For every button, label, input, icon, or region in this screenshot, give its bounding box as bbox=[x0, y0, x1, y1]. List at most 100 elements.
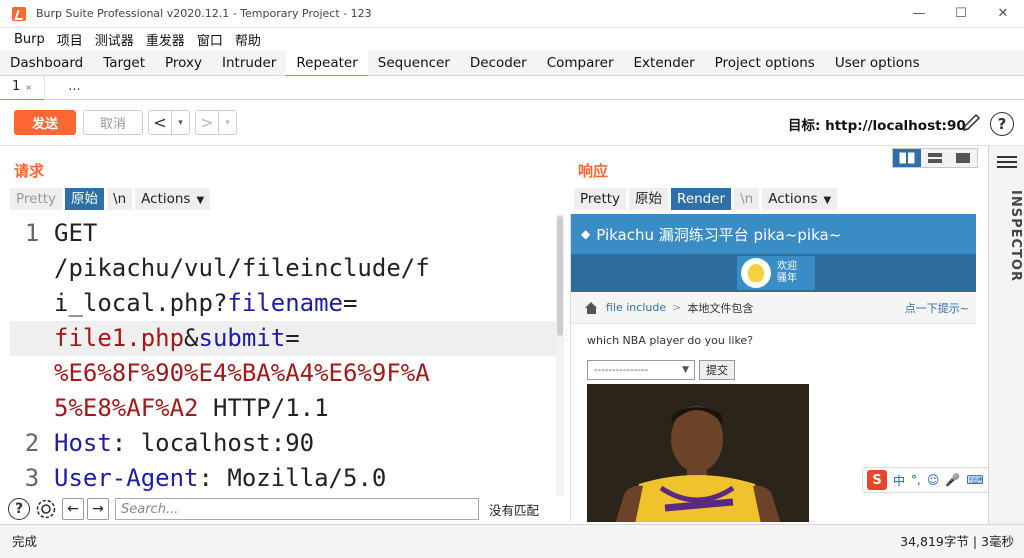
new-tab-button[interactable]: ... bbox=[44, 76, 104, 100]
breadcrumb: file include > 本地文件包含 点一下提示~ bbox=[571, 292, 976, 324]
help-icon[interactable]: ? bbox=[990, 112, 1014, 136]
welcome-line-2: 骚年 bbox=[777, 273, 797, 284]
inspector-panel[interactable]: INSPECTOR bbox=[988, 146, 1024, 524]
sogou-logo-icon[interactable]: S bbox=[867, 470, 887, 490]
header-value: : Mozilla/5.0 bbox=[198, 464, 387, 492]
minimize-button[interactable]: — bbox=[898, 0, 940, 28]
tab-repeater[interactable]: Repeater bbox=[286, 50, 369, 77]
response-tab-raw[interactable]: 原始 bbox=[629, 188, 669, 210]
menu-burp[interactable]: Burp bbox=[8, 32, 51, 47]
ime-keyboard-icon[interactable]: ⌨ bbox=[966, 473, 983, 487]
pencil-icon[interactable] bbox=[960, 113, 984, 133]
player-select[interactable]: --------------- ▼ bbox=[587, 360, 695, 380]
request-tab-raw[interactable]: 原始 bbox=[65, 188, 105, 210]
help-icon[interactable]: ? bbox=[8, 498, 30, 520]
welcome-line-1: 欢迎 bbox=[777, 261, 797, 272]
header-name: Host bbox=[54, 429, 112, 457]
question-text: which NBA player do you like? bbox=[587, 334, 754, 347]
ime-chinese-mode[interactable]: 中 bbox=[893, 472, 905, 489]
scrollbar-thumb[interactable] bbox=[557, 216, 563, 336]
menu-bar: Burp 项目 测试器 重发器 窗口 帮助 bbox=[0, 28, 1024, 50]
repeater-tab-1[interactable]: 1 × bbox=[0, 76, 44, 101]
tab-project-options[interactable]: Project options bbox=[705, 50, 825, 76]
ime-punctuation-icon[interactable]: °, bbox=[911, 473, 921, 487]
tab-extender[interactable]: Extender bbox=[624, 50, 705, 76]
inspector-menu-icon[interactable] bbox=[997, 156, 1017, 170]
header-name: User-Agent bbox=[54, 464, 199, 492]
back-arrow-icon[interactable]: < bbox=[149, 111, 171, 134]
header-value: : localhost:90 bbox=[111, 429, 315, 457]
menu-window[interactable]: 窗口 bbox=[191, 30, 229, 49]
burp-logo-icon bbox=[12, 6, 26, 21]
previous-match-button[interactable]: ← bbox=[62, 498, 84, 520]
target-label[interactable]: 目标: http://localhost:90 bbox=[788, 114, 966, 134]
pane-splitter[interactable]: · · · bbox=[565, 327, 569, 345]
menu-help[interactable]: 帮助 bbox=[229, 30, 267, 49]
close-window-button[interactable]: ✕ bbox=[982, 0, 1024, 28]
tab-user-options[interactable]: User options bbox=[825, 50, 930, 76]
request-tab-pretty[interactable]: Pretty bbox=[10, 188, 63, 210]
response-actions-menu[interactable]: Actions ▼ bbox=[762, 188, 838, 210]
player-photo bbox=[587, 384, 809, 522]
request-actions-menu[interactable]: Actions ▼ bbox=[135, 188, 211, 210]
editor-line: 3 User-Agent: Mozilla/5.0 bbox=[10, 461, 558, 496]
inspector-label[interactable]: INSPECTOR bbox=[991, 190, 1023, 282]
title-bar: Burp Suite Professional v2020.12.1 - Tem… bbox=[0, 0, 1024, 28]
forward-history-dropdown-icon[interactable]: ▾ bbox=[218, 111, 236, 134]
hint-link[interactable]: 点一下提示~ bbox=[905, 300, 969, 316]
layout-stacked-icon[interactable] bbox=[921, 149, 949, 167]
ime-microphone-icon[interactable]: 🎤 bbox=[945, 473, 960, 487]
request-method: GET bbox=[54, 219, 98, 247]
forward-arrow-icon[interactable]: > bbox=[196, 111, 218, 134]
chevron-down-icon: ▼ bbox=[196, 195, 205, 206]
request-scrollbar[interactable] bbox=[556, 214, 564, 496]
layout-side-by-side-icon[interactable] bbox=[893, 149, 921, 167]
close-tab-icon[interactable]: × bbox=[25, 83, 32, 92]
request-path: /pikachu/vul/fileinclude/f bbox=[54, 254, 430, 282]
layout-tabs-icon[interactable] bbox=[949, 149, 977, 167]
editor-line: /pikachu/vul/fileinclude/f bbox=[10, 251, 558, 286]
tab-intruder[interactable]: Intruder bbox=[212, 50, 286, 76]
next-match-button[interactable]: → bbox=[87, 498, 109, 520]
response-tab-render[interactable]: Render bbox=[671, 188, 732, 210]
response-tab-newline[interactable]: \n bbox=[734, 188, 760, 210]
menu-project[interactable]: 项目 bbox=[51, 30, 89, 49]
user-box: 欢迎 骚年 bbox=[737, 256, 815, 290]
gear-icon[interactable] bbox=[34, 497, 58, 521]
param-separator: & bbox=[184, 324, 199, 352]
ime-emoji-icon[interactable]: ☺ bbox=[927, 473, 940, 487]
tab-comparer[interactable]: Comparer bbox=[537, 50, 624, 76]
request-editor[interactable]: 1 GET /pikachu/vul/fileinclude/f i_local.… bbox=[10, 214, 558, 496]
breadcrumb-link[interactable]: file include bbox=[606, 301, 666, 314]
response-tab-pretty[interactable]: Pretty bbox=[574, 188, 627, 210]
editor-line: i_local.php?filename= bbox=[10, 286, 558, 321]
window-title: Burp Suite Professional v2020.12.1 - Tem… bbox=[36, 7, 372, 20]
pikachu-avatar bbox=[741, 258, 771, 288]
cancel-button[interactable]: 取消 bbox=[83, 110, 143, 135]
back-history-dropdown-icon[interactable]: ▾ bbox=[171, 111, 189, 134]
tab-dashboard[interactable]: Dashboard bbox=[0, 50, 93, 76]
send-button[interactable]: 发送 bbox=[14, 110, 76, 135]
tab-proxy[interactable]: Proxy bbox=[155, 50, 212, 76]
menu-intruder[interactable]: 测试器 bbox=[89, 30, 140, 49]
tab-sequencer[interactable]: Sequencer bbox=[368, 50, 460, 76]
editor-line: 1 GET bbox=[10, 216, 558, 251]
maximize-button[interactable]: ☐ bbox=[940, 0, 982, 28]
http-version: HTTP/1.1 bbox=[198, 394, 329, 422]
forward-nav: > ▾ bbox=[195, 110, 237, 135]
response-view-tabs: Pretty 原始 Render \n Actions ▼ bbox=[574, 188, 838, 210]
tab-decoder[interactable]: Decoder bbox=[460, 50, 537, 76]
tab-target[interactable]: Target bbox=[93, 50, 155, 76]
welcome-text: 欢迎 骚年 bbox=[777, 261, 797, 285]
menu-repeater[interactable]: 重发器 bbox=[140, 30, 191, 49]
submit-button[interactable]: 提交 bbox=[699, 360, 735, 380]
tool-tabs: Dashboard Target Proxy Intruder Repeater… bbox=[0, 50, 1024, 77]
request-tab-newline[interactable]: \n bbox=[107, 188, 133, 210]
editor-line: 5%E8%AF%A2 HTTP/1.1 bbox=[10, 391, 558, 426]
editor-line: %E6%8F%90%E4%BA%A4%E6%9F%A bbox=[10, 356, 558, 391]
request-search-bar: ? ← → 没有匹配 bbox=[8, 496, 560, 522]
search-input[interactable] bbox=[115, 498, 479, 520]
request-view-tabs: Pretty 原始 \n Actions ▼ bbox=[10, 188, 211, 210]
param-equals: = bbox=[285, 324, 300, 352]
param-value: 5%E8%AF%A2 bbox=[54, 394, 199, 422]
